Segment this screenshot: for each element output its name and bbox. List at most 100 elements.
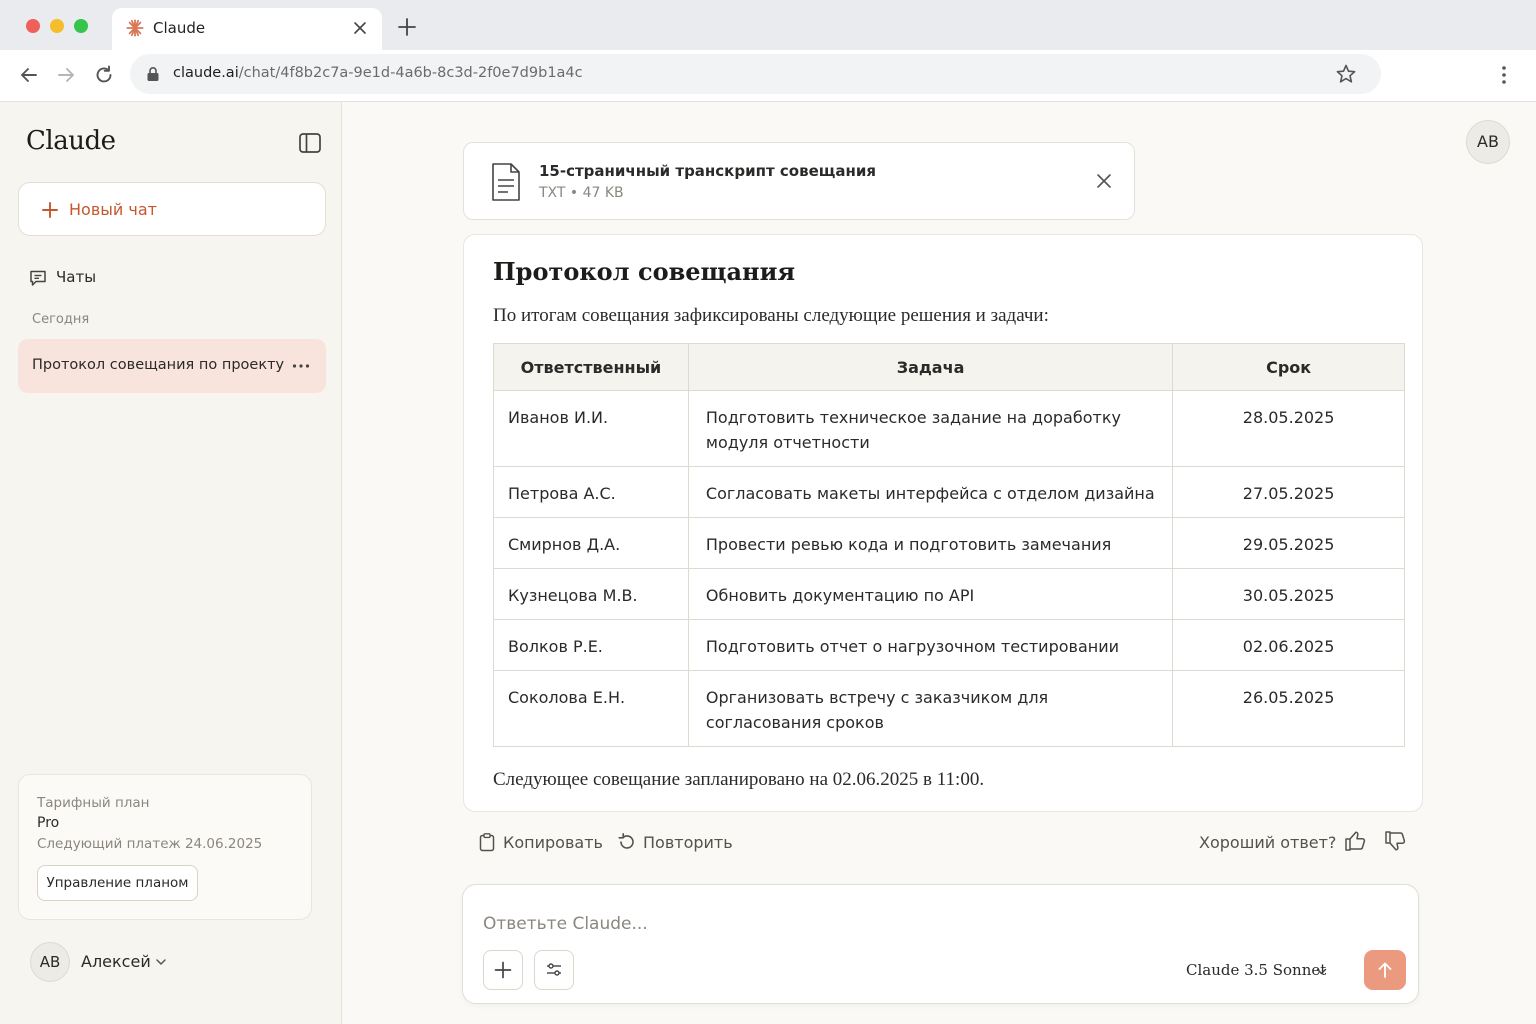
chat-bubble-icon xyxy=(30,270,46,286)
chat-list-item-label: Протокол совещания по проекту xyxy=(32,357,285,373)
response-actions: Копировать Повторить Хороший ответ? xyxy=(463,824,1423,860)
browser-tab[interactable]: Claude xyxy=(112,8,382,50)
close-icon[interactable] xyxy=(350,18,370,38)
chat-main: АВ 15-страничный транскрипт совещания TX… xyxy=(342,102,1536,1024)
new-chat-button[interactable]: Новый чат xyxy=(18,182,326,236)
table-cell-due: 30.05.2025 xyxy=(1172,568,1405,620)
response-title: Протокол совещания xyxy=(493,257,796,286)
attach-button[interactable] xyxy=(483,950,523,990)
retry-button[interactable]: Повторить xyxy=(617,830,733,856)
user-name: Алексей xyxy=(81,952,151,971)
attachment-title: 15-страничный транскрипт совещания xyxy=(539,162,876,180)
message-composer: Claude 3.5 Sonnet xyxy=(462,884,1419,1004)
table-cell-due: 29.05.2025 xyxy=(1172,517,1405,569)
brand-logo[interactable]: Claude xyxy=(26,126,116,156)
table-cell-owner: Соколова Е.Н. xyxy=(493,670,689,747)
new-chat-label: Новый чат xyxy=(69,200,157,219)
table-row: Соколова Е.Н. Организовать встречу с зак… xyxy=(493,670,1405,747)
more-icon[interactable] xyxy=(290,355,312,377)
chevron-down-icon xyxy=(156,959,166,965)
table-cell-task: Подготовить техническое задание на дораб… xyxy=(687,390,1174,467)
feedback-question: Хороший ответ? xyxy=(1199,833,1337,852)
table-row: Иванов И.И. Подготовить техническое зада… xyxy=(493,390,1405,467)
sidebar-toggle-icon[interactable] xyxy=(298,132,322,154)
user-menu[interactable]: АВ Алексей xyxy=(30,942,310,984)
send-button[interactable] xyxy=(1364,950,1406,990)
sidebar-item-chats[interactable]: Чаты xyxy=(28,266,228,290)
window-minimize-dot[interactable] xyxy=(50,19,64,33)
plus-icon xyxy=(494,961,512,979)
plus-icon xyxy=(42,202,58,218)
table-row: Петрова А.С. Согласовать макеты интерфей… xyxy=(493,466,1405,518)
table-cell-task: Согласовать макеты интерфейса с отделом … xyxy=(687,466,1174,518)
message-input[interactable] xyxy=(483,909,1183,939)
attachment-card[interactable]: 15-страничный транскрипт совещания TXT •… xyxy=(463,142,1135,220)
chevron-down-icon[interactable] xyxy=(1315,965,1328,978)
table-cell-owner: Смирнов Д.А. xyxy=(493,517,689,569)
back-icon[interactable] xyxy=(18,64,40,86)
table-header-row: Ответственный Задача Срок xyxy=(493,343,1405,391)
claude-logo-icon xyxy=(126,19,144,37)
column-header: Задача xyxy=(687,343,1174,391)
table-cell-task: Подготовить отчет о нагрузочном тестиров… xyxy=(687,619,1174,671)
plan-next-payment: Следующий платеж 24.06.2025 xyxy=(37,836,263,852)
table-cell-owner: Петрова А.С. xyxy=(493,466,689,518)
reload-icon[interactable] xyxy=(93,64,115,86)
clipboard-icon xyxy=(479,833,495,852)
manage-plan-button[interactable]: Управление планом xyxy=(37,865,198,901)
window-close-dot[interactable] xyxy=(26,19,40,33)
chat-list-item[interactable]: Протокол совещания по проекту xyxy=(18,339,326,393)
thumbs-up-icon[interactable] xyxy=(1343,829,1367,853)
window-maximize-dot[interactable] xyxy=(74,19,88,33)
column-header: Ответственный xyxy=(493,343,689,391)
section-heading-today: Сегодня xyxy=(32,312,90,327)
plan-card: Тарифный план Pro Следующий платеж 24.06… xyxy=(18,774,312,920)
attachment-meta: TXT • 47 KB xyxy=(539,185,624,201)
url-host: claude.ai xyxy=(173,65,239,81)
forward-icon[interactable] xyxy=(55,64,77,86)
response-intro: По итогам совещания зафиксированы следую… xyxy=(493,305,1049,326)
sidebar: Claude Новый чат Чаты Сегодня Протокол с… xyxy=(0,102,342,1024)
tools-button[interactable] xyxy=(534,950,574,990)
sliders-icon xyxy=(547,963,561,976)
table-cell-owner: Иванов И.И. xyxy=(493,390,689,467)
plus-icon[interactable] xyxy=(396,16,418,38)
assistant-response: Протокол совещания По итогам совещания з… xyxy=(463,234,1423,812)
table-cell-owner: Волков Р.Е. xyxy=(493,619,689,671)
table-row: Смирнов Д.А. Провести ревью кода и подго… xyxy=(493,517,1405,569)
url-bar[interactable]: claude.ai/chat/4f8b2c7a-9e1d-4a6b-8c3d-2… xyxy=(130,54,1381,94)
close-icon[interactable] xyxy=(1094,171,1114,191)
copy-label: Копировать xyxy=(503,833,603,852)
avatar[interactable]: АВ xyxy=(1466,120,1510,164)
tasks-table: Ответственный Задача Срок Иванов И.И. По… xyxy=(493,343,1405,747)
table-cell-due: 27.05.2025 xyxy=(1172,466,1405,518)
table-cell-owner: Кузнецова М.В. xyxy=(493,568,689,620)
url-path: /chat/4f8b2c7a-9e1d-4a6b-8c3d-2f0e7d9b1a… xyxy=(238,65,583,81)
column-header: Срок xyxy=(1172,343,1405,391)
table-row: Кузнецова М.В. Обновить документацию по … xyxy=(493,568,1405,620)
table-cell-due: 02.06.2025 xyxy=(1172,619,1405,671)
table-cell-due: 28.05.2025 xyxy=(1172,390,1405,467)
table-cell-task: Организовать встречу с заказчиком для со… xyxy=(687,670,1174,747)
file-icon xyxy=(492,163,520,201)
browser-toolbar: claude.ai/chat/4f8b2c7a-9e1d-4a6b-8c3d-2… xyxy=(0,50,1536,102)
sidebar-item-label: Чаты xyxy=(56,268,97,286)
tab-title: Claude xyxy=(153,19,206,37)
response-footer: Следующее совещание запланировано на 02.… xyxy=(493,769,985,790)
thumbs-down-icon[interactable] xyxy=(1383,829,1407,853)
lock-icon xyxy=(147,67,159,81)
table-cell-task: Обновить документацию по API xyxy=(687,568,1174,620)
table-row: Волков Р.Е. Подготовить отчет о нагрузоч… xyxy=(493,619,1405,671)
table-cell-task: Провести ревью кода и подготовить замеча… xyxy=(687,517,1174,569)
copy-button[interactable]: Копировать xyxy=(477,830,603,856)
plan-caption: Тарифный план xyxy=(37,795,150,811)
star-icon[interactable] xyxy=(1335,63,1357,85)
table-cell-due: 26.05.2025 xyxy=(1172,670,1405,747)
retry-icon xyxy=(618,833,634,849)
url-text: claude.ai/chat/4f8b2c7a-9e1d-4a6b-8c3d-2… xyxy=(173,65,583,81)
avatar: АВ xyxy=(30,942,70,982)
model-selector[interactable]: Claude 3.5 Sonnet xyxy=(1186,961,1326,979)
browser-tab-bar: Claude xyxy=(0,0,1536,50)
arrow-up-icon xyxy=(1378,962,1392,978)
kebab-menu-icon[interactable] xyxy=(1494,64,1514,86)
